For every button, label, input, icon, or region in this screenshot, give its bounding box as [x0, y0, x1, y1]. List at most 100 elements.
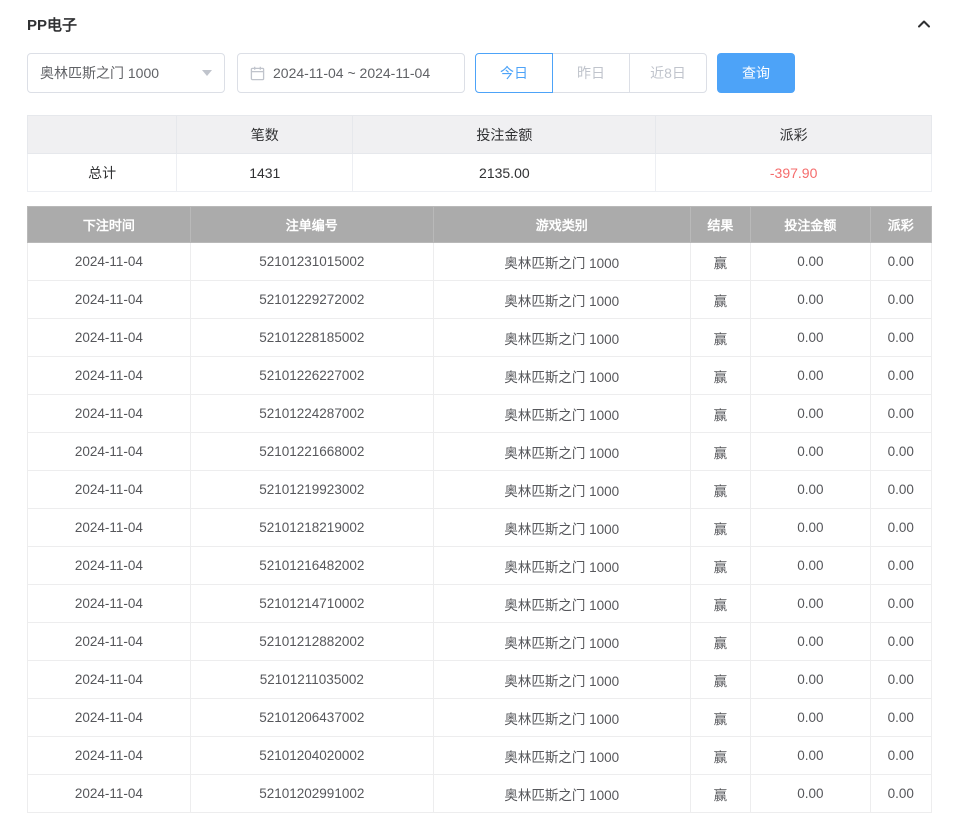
cell-bet-amount: 0.00: [751, 775, 870, 813]
cell-bet-time: 2024-11-04: [28, 433, 191, 471]
panel-header: PP电子: [27, 12, 932, 36]
cell-bet-amount: 0.00: [751, 585, 870, 623]
cell-order-id: 52101219923002: [190, 471, 433, 509]
cell-result: 赢: [690, 585, 751, 623]
table-row: 2024-11-04 52101224287002 奥林匹斯之门 1000 赢 …: [28, 395, 932, 433]
cell-game-type: 奥林匹斯之门 1000: [433, 661, 690, 699]
cell-order-id: 52101216482002: [190, 547, 433, 585]
cell-result: 赢: [690, 737, 751, 775]
game-select[interactable]: 奥林匹斯之门 1000: [27, 53, 225, 93]
cell-result: 赢: [690, 357, 751, 395]
cell-result: 赢: [690, 433, 751, 471]
cell-bet-time: 2024-11-04: [28, 775, 191, 813]
cell-game-type: 奥林匹斯之门 1000: [433, 395, 690, 433]
calendar-icon: [250, 66, 265, 81]
summary-total-row: 总计 1431 2135.00 -397.90: [28, 154, 932, 192]
cell-order-id: 52101231015002: [190, 243, 433, 281]
cell-payout: 0.00: [870, 775, 932, 813]
cell-game-type: 奥林匹斯之门 1000: [433, 699, 690, 737]
filter-bar: 奥林匹斯之门 1000 2024-11-04 ~ 2024-11-04 今日 昨…: [27, 53, 932, 93]
cell-game-type: 奥林匹斯之门 1000: [433, 585, 690, 623]
date-range-input[interactable]: 2024-11-04 ~ 2024-11-04: [237, 53, 465, 93]
cell-result: 赢: [690, 547, 751, 585]
summary-total-payout: -397.90: [656, 154, 932, 192]
cell-game-type: 奥林匹斯之门 1000: [433, 623, 690, 661]
cell-bet-time: 2024-11-04: [28, 699, 191, 737]
game-select-value: 奥林匹斯之门 1000: [40, 63, 159, 83]
cell-bet-time: 2024-11-04: [28, 737, 191, 775]
col-header-result: 结果: [690, 207, 751, 243]
cell-game-type: 奥林匹斯之门 1000: [433, 319, 690, 357]
cell-bet-time: 2024-11-04: [28, 471, 191, 509]
table-row: 2024-11-04 52101206437002 奥林匹斯之门 1000 赢 …: [28, 699, 932, 737]
bet-records-table: 下注时间 注单编号 游戏类别 结果 投注金额 派彩 2024-11-04 521…: [27, 206, 932, 813]
summary-header-payout: 派彩: [656, 116, 932, 154]
cell-bet-time: 2024-11-04: [28, 357, 191, 395]
cell-bet-time: 2024-11-04: [28, 281, 191, 319]
quick-btn-yesterday[interactable]: 昨日: [552, 53, 630, 93]
cell-payout: 0.00: [870, 471, 932, 509]
cell-bet-amount: 0.00: [751, 471, 870, 509]
cell-result: 赢: [690, 623, 751, 661]
table-row: 2024-11-04 52101231015002 奥林匹斯之门 1000 赢 …: [28, 243, 932, 281]
cell-order-id: 52101226227002: [190, 357, 433, 395]
cell-result: 赢: [690, 471, 751, 509]
cell-order-id: 52101202991002: [190, 775, 433, 813]
cell-result: 赢: [690, 699, 751, 737]
cell-bet-time: 2024-11-04: [28, 243, 191, 281]
cell-game-type: 奥林匹斯之门 1000: [433, 775, 690, 813]
table-row: 2024-11-04 52101212882002 奥林匹斯之门 1000 赢 …: [28, 623, 932, 661]
cell-game-type: 奥林匹斯之门 1000: [433, 509, 690, 547]
cell-bet-amount: 0.00: [751, 243, 870, 281]
cell-game-type: 奥林匹斯之门 1000: [433, 281, 690, 319]
cell-result: 赢: [690, 509, 751, 547]
cell-payout: 0.00: [870, 661, 932, 699]
cell-game-type: 奥林匹斯之门 1000: [433, 737, 690, 775]
cell-bet-amount: 0.00: [751, 547, 870, 585]
cell-game-type: 奥林匹斯之门 1000: [433, 433, 690, 471]
cell-bet-time: 2024-11-04: [28, 319, 191, 357]
cell-bet-amount: 0.00: [751, 433, 870, 471]
cell-order-id: 52101212882002: [190, 623, 433, 661]
cell-game-type: 奥林匹斯之门 1000: [433, 471, 690, 509]
search-button[interactable]: 查询: [717, 53, 795, 93]
cell-order-id: 52101211035002: [190, 661, 433, 699]
cell-bet-amount: 0.00: [751, 395, 870, 433]
col-header-bet-amount: 投注金额: [751, 207, 870, 243]
summary-header-bet-amount: 投注金额: [353, 116, 656, 154]
cell-bet-time: 2024-11-04: [28, 661, 191, 699]
cell-payout: 0.00: [870, 281, 932, 319]
bet-table-body: 2024-11-04 52101231015002 奥林匹斯之门 1000 赢 …: [28, 243, 932, 813]
col-header-bet-time: 下注时间: [28, 207, 191, 243]
cell-result: 赢: [690, 243, 751, 281]
cell-bet-amount: 0.00: [751, 357, 870, 395]
table-row: 2024-11-04 52101226227002 奥林匹斯之门 1000 赢 …: [28, 357, 932, 395]
cell-payout: 0.00: [870, 243, 932, 281]
cell-bet-amount: 0.00: [751, 737, 870, 775]
cell-order-id: 52101206437002: [190, 699, 433, 737]
cell-bet-time: 2024-11-04: [28, 395, 191, 433]
cell-order-id: 52101204020002: [190, 737, 433, 775]
table-row: 2024-11-04 52101218219002 奥林匹斯之门 1000 赢 …: [28, 509, 932, 547]
cell-bet-time: 2024-11-04: [28, 547, 191, 585]
summary-total-bet-amount: 2135.00: [353, 154, 656, 192]
cell-order-id: 52101229272002: [190, 281, 433, 319]
table-row: 2024-11-04 52101221668002 奥林匹斯之门 1000 赢 …: [28, 433, 932, 471]
quick-btn-last8days[interactable]: 近8日: [629, 53, 707, 93]
cell-order-id: 52101214710002: [190, 585, 433, 623]
cell-order-id: 52101221668002: [190, 433, 433, 471]
collapse-chevron-icon[interactable]: [916, 16, 932, 32]
cell-bet-amount: 0.00: [751, 623, 870, 661]
table-row: 2024-11-04 52101228185002 奥林匹斯之门 1000 赢 …: [28, 319, 932, 357]
cell-payout: 0.00: [870, 357, 932, 395]
bet-table-header-row: 下注时间 注单编号 游戏类别 结果 投注金额 派彩: [28, 207, 932, 243]
col-header-order-id: 注单编号: [190, 207, 433, 243]
cell-payout: 0.00: [870, 699, 932, 737]
cell-order-id: 52101228185002: [190, 319, 433, 357]
cell-bet-amount: 0.00: [751, 699, 870, 737]
quick-btn-today[interactable]: 今日: [475, 53, 553, 93]
cell-result: 赢: [690, 319, 751, 357]
table-row: 2024-11-04 52101229272002 奥林匹斯之门 1000 赢 …: [28, 281, 932, 319]
cell-game-type: 奥林匹斯之门 1000: [433, 357, 690, 395]
cell-payout: 0.00: [870, 737, 932, 775]
